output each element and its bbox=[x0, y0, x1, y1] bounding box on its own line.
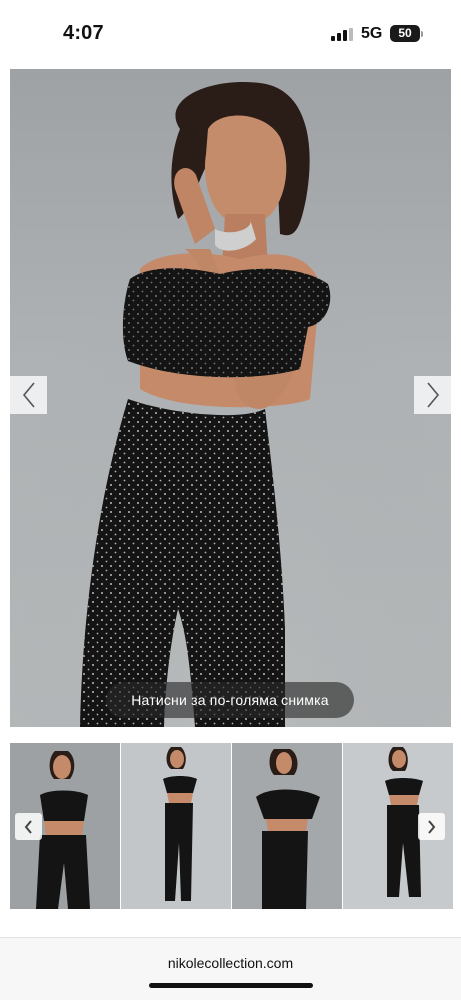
model-photo bbox=[10, 69, 451, 727]
chevron-left-icon bbox=[24, 819, 32, 834]
enlarge-photo-hint[interactable]: Натисни за по-голяма снимка bbox=[106, 682, 354, 718]
thumbnail-3[interactable] bbox=[232, 743, 342, 909]
thumbnail-photo bbox=[121, 743, 231, 909]
battery-level: 50 bbox=[398, 26, 412, 40]
cellular-signal-icon bbox=[331, 28, 353, 41]
thumbnail-strip bbox=[10, 743, 453, 909]
clock: 4:07 bbox=[63, 22, 104, 44]
thumbnail-2[interactable] bbox=[121, 743, 231, 909]
thumbnails-next-button[interactable] bbox=[418, 813, 445, 840]
chevron-left-icon bbox=[22, 382, 35, 408]
main-product-image[interactable] bbox=[10, 69, 451, 727]
prev-image-button[interactable] bbox=[10, 376, 47, 414]
thumbnails-prev-button[interactable] bbox=[15, 813, 42, 840]
network-type: 5G bbox=[361, 25, 383, 42]
thumbnail-photo bbox=[232, 743, 342, 909]
status-bar: 4:07 5G 50 bbox=[0, 0, 461, 68]
chevron-right-icon bbox=[426, 382, 439, 408]
browser-address-bar[interactable]: nikolecollection.com bbox=[0, 937, 461, 1000]
next-image-button[interactable] bbox=[414, 376, 451, 414]
chevron-right-icon bbox=[428, 819, 436, 834]
battery-tip bbox=[421, 31, 423, 37]
page-url[interactable]: nikolecollection.com bbox=[0, 955, 461, 971]
home-indicator[interactable] bbox=[149, 983, 313, 988]
battery-icon: 50 bbox=[390, 25, 420, 42]
